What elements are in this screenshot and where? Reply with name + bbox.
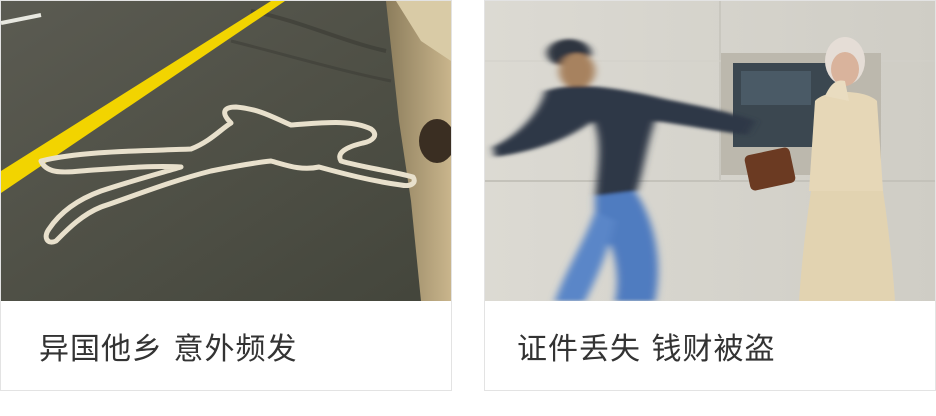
- card-caption: 证件丢失 钱财被盗: [517, 331, 776, 367]
- card-caption: 异国他乡 意外频发: [39, 331, 298, 367]
- card-row: 异国他乡 意外频发 证件丢失 钱财被盗: [0, 0, 936, 416]
- theft-photo: [485, 1, 935, 301]
- card-accident[interactable]: 异国他乡 意外频发: [0, 0, 452, 391]
- accident-photo: [1, 1, 451, 301]
- card-theft[interactable]: 证件丢失 钱财被盗: [484, 0, 936, 391]
